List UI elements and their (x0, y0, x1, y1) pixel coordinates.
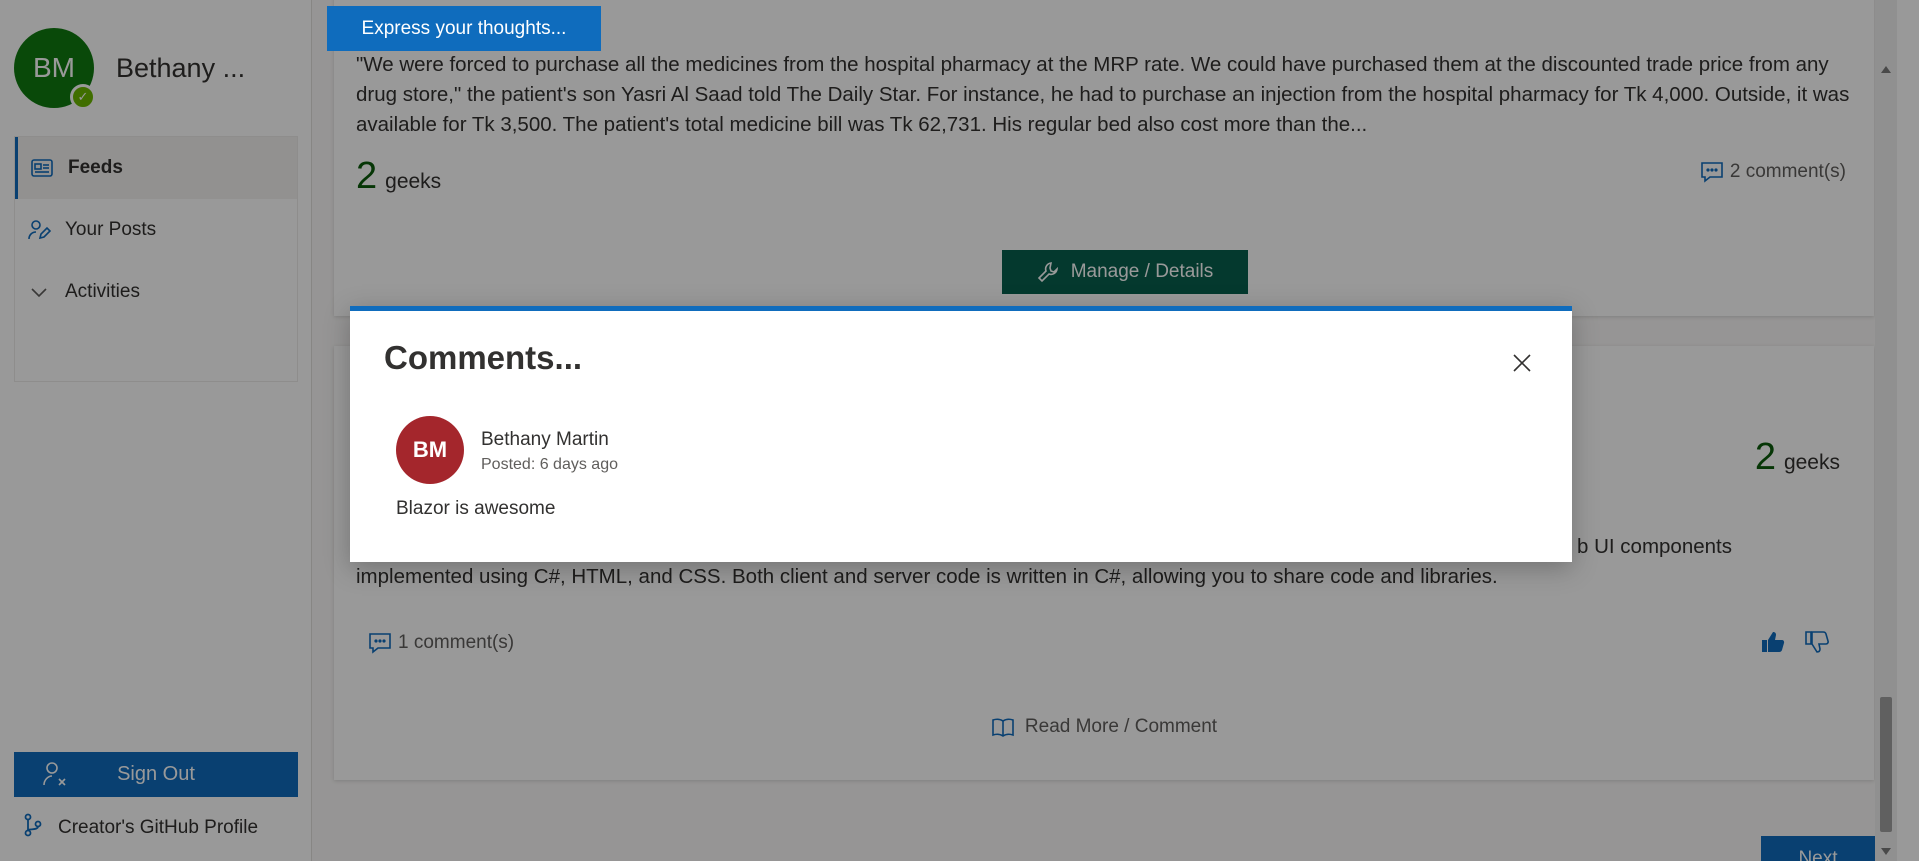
express-thoughts-button[interactable]: Express your thoughts... (327, 6, 601, 51)
comments-dialog: Comments... BM Bethany Martin Posted: 6 … (350, 306, 1572, 562)
comment-timestamp: Posted: 6 days ago (481, 456, 618, 473)
dialog-title: Comments... (384, 339, 583, 376)
comment-text: Blazor is awesome (396, 498, 556, 519)
close-icon[interactable] (1508, 349, 1536, 377)
comment-author: Bethany Martin (481, 429, 609, 450)
express-thoughts-label: Express your thoughts... (361, 17, 567, 39)
comment-avatar: BM (396, 416, 464, 484)
comment-avatar-initials: BM (412, 437, 448, 462)
